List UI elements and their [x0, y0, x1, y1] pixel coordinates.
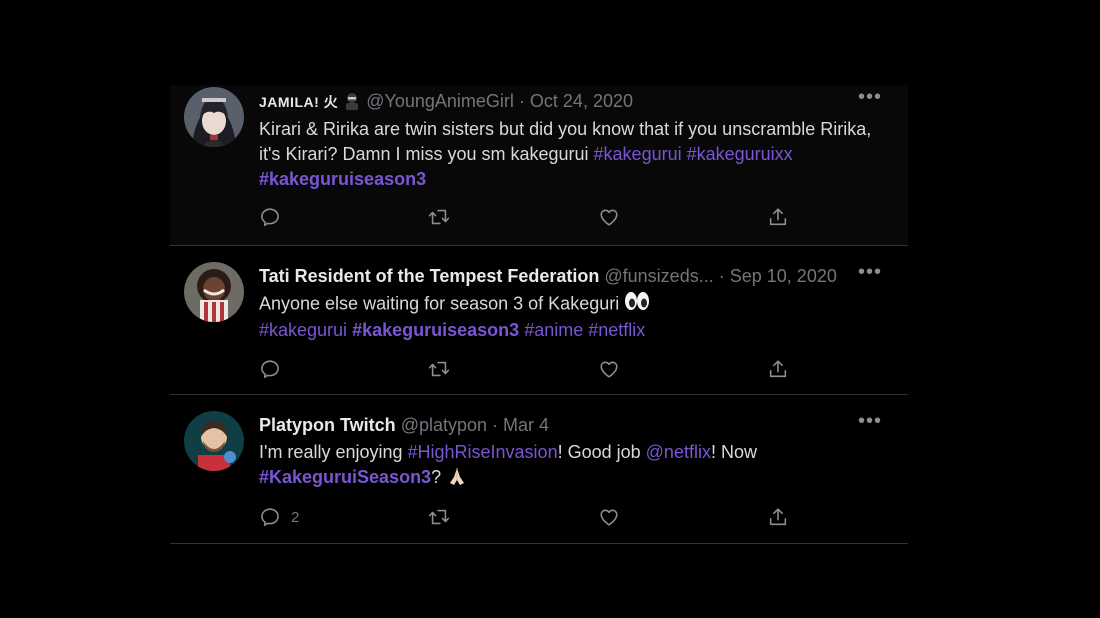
- reply-button[interactable]: [259, 357, 281, 381]
- tweet-text-part: ! Now: [710, 442, 757, 462]
- more-options-icon[interactable]: •••: [858, 411, 882, 431]
- share-icon: [767, 206, 789, 228]
- display-name[interactable]: Tati Resident of the Tempest Federation: [259, 266, 599, 286]
- more-options-icon[interactable]: •••: [858, 262, 882, 282]
- tweet-actions: [259, 357, 779, 381]
- tweet[interactable]: JAMILA! 火 @YoungAnimeGirl · Oct 24, 2020…: [170, 85, 908, 246]
- tweet-text: Kirari & Ririka are twin sisters but did…: [259, 117, 894, 192]
- reply-icon: [259, 206, 281, 228]
- display-name[interactable]: JAMILA! 火: [259, 94, 338, 110]
- avatar[interactable]: [184, 262, 244, 322]
- tweet-text-part: I'm really enjoying: [259, 442, 408, 462]
- retweet-button[interactable]: [428, 205, 450, 229]
- tweet-text: Anyone else waiting for season 3 of Kake…: [259, 291, 894, 343]
- tweet[interactable]: Platypon Twitch @platypon · Mar 4 ••• I'…: [170, 395, 908, 544]
- timeline: JAMILA! 火 @YoungAnimeGirl · Oct 24, 2020…: [170, 85, 908, 544]
- user-handle[interactable]: @platypon: [401, 415, 487, 435]
- share-button[interactable]: [767, 205, 789, 229]
- share-button[interactable]: [767, 357, 789, 381]
- like-icon: [598, 358, 620, 380]
- user-handle[interactable]: @YoungAnimeGirl: [366, 91, 514, 111]
- retweet-button[interactable]: [428, 357, 450, 381]
- tweet[interactable]: Tati Resident of the Tempest Federation …: [170, 246, 908, 395]
- avatar[interactable]: [184, 87, 244, 147]
- retweet-icon: [428, 206, 450, 228]
- mention-link[interactable]: @netflix: [646, 442, 711, 462]
- praying-hands-emoji: [446, 467, 468, 487]
- tweet-body: Platypon Twitch @platypon · Mar 4 ••• I'…: [259, 411, 894, 490]
- reply-count: 2: [291, 508, 300, 526]
- separator-dot: ·: [492, 415, 499, 435]
- hashtag-link[interactable]: #kakeguruiseason3: [259, 169, 426, 189]
- like-button[interactable]: [598, 357, 620, 381]
- tweet-text-part: ! Good job: [557, 442, 646, 462]
- tweet-date[interactable]: Mar 4: [503, 415, 549, 435]
- hashtag-link[interactable]: #KakeguruiSeason3: [259, 467, 431, 487]
- tweet-actions: [259, 205, 779, 229]
- tweet-text-part: Anyone else waiting for season 3 of Kake…: [259, 293, 625, 314]
- like-button[interactable]: [598, 505, 620, 529]
- reply-icon: [259, 358, 281, 380]
- eyes-emoji: [624, 291, 650, 318]
- display-name[interactable]: Platypon Twitch: [259, 415, 396, 435]
- like-button[interactable]: [598, 205, 620, 229]
- more-options-icon[interactable]: •••: [858, 87, 882, 107]
- share-button[interactable]: [767, 505, 789, 529]
- tweet-body: Tati Resident of the Tempest Federation …: [259, 262, 894, 343]
- separator-dot: ·: [518, 91, 525, 111]
- hashtag-link[interactable]: #netflix: [588, 320, 645, 340]
- tweet-header: Tati Resident of the Tempest Federation …: [259, 265, 894, 287]
- tweet-header: JAMILA! 火 @YoungAnimeGirl · Oct 24, 2020: [259, 90, 894, 113]
- hashtag-link[interactable]: #kakegurui: [594, 144, 682, 164]
- tweet-actions: 2: [259, 505, 779, 529]
- tweet-text: I'm really enjoying #HighRiseInvasion! G…: [259, 440, 894, 490]
- tweet-body: JAMILA! 火 @YoungAnimeGirl · Oct 24, 2020…: [259, 87, 894, 192]
- retweet-icon: [428, 506, 450, 528]
- like-icon: [598, 506, 620, 528]
- retweet-icon: [428, 358, 450, 380]
- reply-button[interactable]: [259, 205, 281, 229]
- retweet-button[interactable]: [428, 505, 450, 529]
- separator-dot: ·: [718, 266, 725, 286]
- like-icon: [598, 206, 620, 228]
- tweet-text-part: ?: [431, 467, 447, 487]
- tweet-date[interactable]: Oct 24, 2020: [530, 91, 633, 111]
- share-icon: [767, 358, 789, 380]
- tweet-date[interactable]: Sep 10, 2020: [730, 266, 837, 286]
- hashtag-link[interactable]: #kakegurui: [259, 320, 347, 340]
- reply-button[interactable]: 2: [259, 505, 299, 529]
- user-handle[interactable]: @funsizeds...: [604, 266, 713, 286]
- tweet-header: Platypon Twitch @platypon · Mar 4: [259, 414, 894, 436]
- hashtag-link[interactable]: #anime: [524, 320, 583, 340]
- hashtag-link[interactable]: #HighRiseInvasion: [408, 442, 558, 462]
- hashtag-link[interactable]: #kakeguruixx: [687, 144, 793, 164]
- reply-icon: [259, 506, 281, 528]
- hashtag-link[interactable]: #kakeguruiseason3: [352, 320, 519, 340]
- avatar[interactable]: [184, 411, 244, 471]
- share-icon: [767, 506, 789, 528]
- ninja-emoji: [343, 91, 366, 111]
